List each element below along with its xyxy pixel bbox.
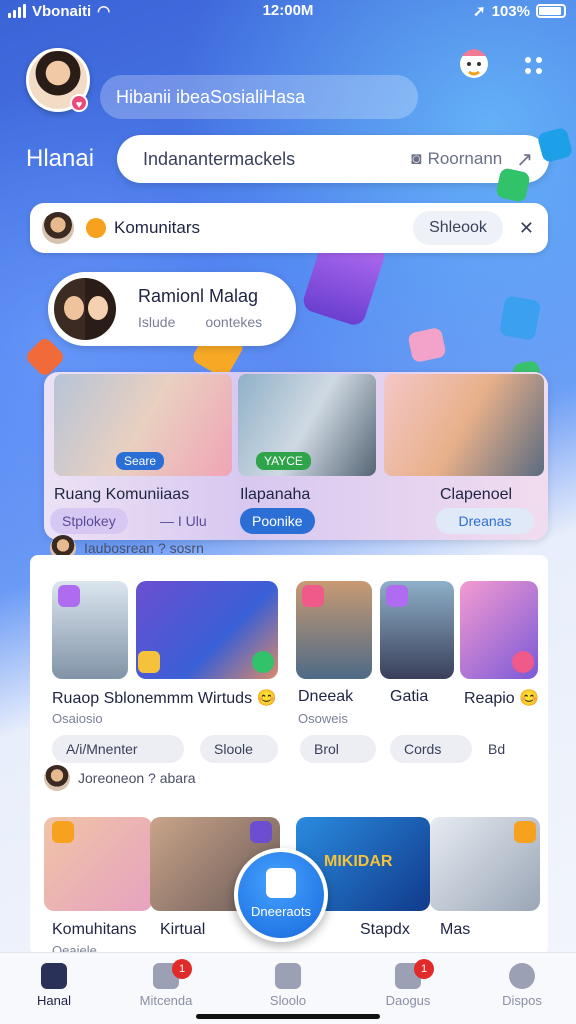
featured-badge: YAYCE	[256, 452, 311, 470]
heart-icon: ♥	[70, 94, 88, 112]
video-title: Kirtual	[160, 921, 206, 938]
featured-thumbnail[interactable]: YAYCE	[238, 374, 376, 476]
video-title: Stapdx	[360, 921, 410, 938]
video-thumbnail[interactable]	[460, 581, 538, 679]
video-subtitle: Osoweis	[298, 711, 348, 726]
action-button[interactable]: Sloole	[200, 735, 278, 763]
video-title: Ruaop Sblonemmm Wirtuds 😊	[52, 690, 277, 707]
home-icon	[41, 963, 67, 989]
greeting-banner: Hibanii ibeaSosialiHasa	[100, 75, 418, 119]
emoji-icon	[138, 651, 160, 673]
tab-label: Mitcenda	[139, 993, 193, 1008]
poster-text: MIKIDAR	[324, 853, 393, 870]
hourglass-decoration	[498, 295, 542, 341]
location-icon: ➚	[473, 3, 486, 20]
create-fab[interactable]: Dneeraots	[234, 848, 328, 942]
tab-label: Dispos	[502, 993, 542, 1008]
menu-grid-icon[interactable]	[522, 54, 546, 78]
video-thumbnail[interactable]	[136, 581, 278, 679]
section-header-text: Joreoneon ? abara	[78, 770, 196, 786]
video-subtitle: Osaiosio	[52, 711, 103, 726]
profile-card-sub1: Islude	[138, 314, 176, 330]
tab-label: Daogus	[385, 993, 431, 1008]
community-bar[interactable]: Komunitars Shleook ✕	[30, 203, 548, 253]
cake-icon	[52, 821, 74, 843]
cube-decoration	[495, 167, 531, 203]
filter-label: Roornann	[427, 149, 503, 168]
search-input[interactable]	[143, 148, 343, 170]
profile-card-subtitle: Islude oontekes	[138, 314, 262, 330]
featured-title: Ilapanaha	[240, 486, 311, 503]
tab-label: Sloolo	[269, 993, 307, 1008]
video-title: Reapio 😊	[464, 690, 540, 707]
action-button[interactable]: Cords	[390, 735, 472, 763]
tab-mitcenda[interactable]: 1 Mitcenda	[116, 959, 216, 1008]
video-title: Gatia	[390, 688, 429, 705]
battery-percent: 103%	[491, 2, 530, 20]
tab-profile[interactable]: Dispos	[472, 963, 572, 1008]
community-icon	[86, 218, 106, 238]
pin-icon	[512, 651, 534, 673]
profile-card-sub2: oontekes	[205, 314, 263, 330]
video-thumbnail[interactable]	[44, 817, 152, 911]
video-thumbnail[interactable]	[380, 581, 454, 679]
community-label: Komunitars	[114, 218, 200, 237]
arrow-icon[interactable]: ↗	[516, 147, 533, 172]
mascot-icon[interactable]	[456, 42, 492, 82]
featured-thumbnail[interactable]: Seare	[54, 374, 232, 476]
filter-button[interactable]: ◙ Roornann	[411, 149, 502, 169]
create-icon	[266, 868, 296, 898]
person-icon	[509, 963, 535, 989]
frame-icon	[250, 821, 272, 843]
featured-chip[interactable]: Poonike	[240, 508, 315, 534]
featured-title: Clapenoel	[440, 486, 513, 503]
envelope-decoration	[407, 326, 447, 364]
music-icon	[58, 585, 80, 607]
tab-sloolo[interactable]: Sloolo	[238, 963, 338, 1008]
battery-icon	[536, 4, 566, 18]
search-bar[interactable]: ◙ Roornann ↗	[117, 135, 549, 183]
profile-card-avatar	[51, 275, 119, 343]
close-icon[interactable]: ✕	[519, 218, 534, 239]
status-bar: Vbonaiti ◠ 12:00M ➚ 103%	[0, 0, 576, 26]
section-header-text: Iaubosrean ? sosrn	[84, 540, 204, 556]
video-title: Mas	[440, 921, 471, 938]
camera-icon: ◙	[411, 149, 422, 168]
tab-daogus[interactable]: 1 Daogus	[358, 959, 458, 1008]
avatar	[42, 212, 74, 244]
featured-chip[interactable]: Dreanas	[436, 508, 534, 534]
notification-badge: 1	[414, 959, 434, 979]
video-thumbnail[interactable]	[52, 581, 128, 679]
music-icon	[386, 585, 408, 607]
tab-home[interactable]: Hanal	[4, 963, 104, 1008]
badge-icon	[514, 821, 536, 843]
grid-icon	[275, 963, 301, 989]
community-action-button[interactable]: Shleook	[413, 211, 503, 245]
action-button[interactable]: Brol	[300, 735, 376, 763]
notification-badge: 1	[172, 959, 192, 979]
home-indicator	[196, 1014, 380, 1019]
featured-thumbnail[interactable]	[384, 374, 544, 476]
heart-icon	[302, 585, 324, 607]
profile-card-name: Ramionl Malag	[138, 286, 259, 306]
video-title: Komuhitans	[52, 921, 137, 938]
page-title: Hlanai	[26, 145, 95, 172]
featured-chip: — I Ulu	[160, 513, 207, 529]
avatar	[44, 765, 70, 791]
action-button[interactable]: A/i/Mnenter	[52, 735, 184, 763]
fab-label: Dneeraots	[251, 904, 311, 919]
profile-card[interactable]: Ramionl Malag Islude oontekes	[48, 272, 296, 346]
action-button[interactable]: Bd	[474, 735, 532, 763]
featured-badge: Seare	[116, 452, 165, 470]
share-icon	[252, 651, 274, 673]
video-thumbnail[interactable]	[296, 581, 372, 679]
tab-label: Hanal	[37, 993, 71, 1008]
featured-title: Ruang Komuniiaas	[54, 486, 190, 503]
video-title: Dneeak	[298, 688, 354, 705]
featured-carousel: Seare YAYCE Ruang Komuniiaas Ilapanaha C…	[44, 372, 548, 540]
section-header: Joreoneon ? abara	[44, 765, 196, 791]
featured-chip[interactable]: Stplokey	[50, 508, 128, 534]
video-thumbnail[interactable]	[430, 817, 540, 911]
